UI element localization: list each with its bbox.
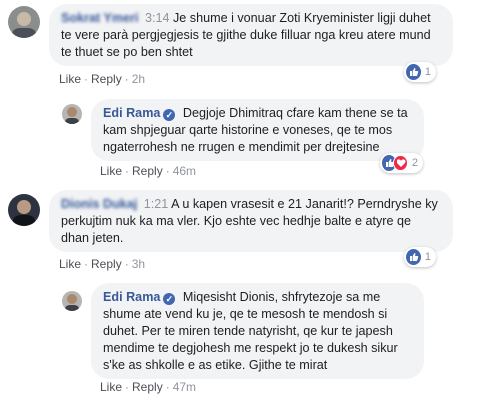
reaction-count: 1	[424, 66, 431, 78]
reactions-summary[interactable]: 2	[380, 153, 423, 173]
avatar[interactable]	[8, 194, 40, 226]
reply-bubble: Edi Rama ✓ Miqesisht Dionis, shfrytezoje …	[91, 283, 424, 379]
reaction-count: 2	[411, 157, 418, 169]
reply-link[interactable]: Reply	[132, 164, 163, 178]
comment-actions: Like · Reply · 2h	[59, 72, 146, 86]
reactions-summary[interactable]: 1	[404, 62, 436, 82]
reply-bubble: Edi Rama ✓ Degjoje Dhimitraq cfare kam th…	[91, 99, 424, 161]
avatar[interactable]	[8, 6, 40, 38]
reply-author[interactable]: Edi Rama	[103, 290, 160, 304]
comment-age[interactable]: 3h	[132, 257, 145, 271]
comment-author[interactable]: Dionis Dukaj	[61, 197, 137, 211]
like-reaction-icon	[406, 249, 421, 265]
like-reaction-icon	[406, 64, 421, 80]
comment-author[interactable]: Sokrat Ymeri	[61, 11, 138, 25]
love-reaction-icon	[393, 155, 408, 171]
avatar[interactable]	[62, 291, 82, 311]
reply-link[interactable]: Reply	[132, 380, 163, 394]
comment-time: 1:21	[143, 197, 169, 211]
comment-actions: Like · Reply · 3h	[59, 257, 146, 271]
reaction-count: 1	[424, 251, 431, 263]
reply-link[interactable]: Reply	[91, 257, 122, 271]
like-link[interactable]: Like	[100, 164, 122, 178]
reactions-summary[interactable]: 1	[404, 247, 436, 267]
avatar[interactable]	[62, 104, 82, 124]
comment-time: 3:14	[144, 11, 170, 25]
comment-actions: Like · Reply · 47m	[100, 380, 197, 394]
comment-age[interactable]: 46m	[173, 164, 196, 178]
comment-actions: Like · Reply · 46m	[100, 164, 197, 178]
comment-age[interactable]: 47m	[173, 380, 196, 394]
verified-badge-icon: ✓	[163, 109, 176, 121]
verified-badge-icon: ✓	[163, 293, 176, 305]
comment-age[interactable]: 2h	[132, 72, 145, 86]
like-link[interactable]: Like	[59, 257, 81, 271]
comment-bubble: Dionis Dukaj 1:21 A u kapen vrasesit e 2…	[49, 190, 453, 252]
reply-author[interactable]: Edi Rama	[103, 106, 160, 120]
reply-link[interactable]: Reply	[91, 72, 122, 86]
like-link[interactable]: Like	[59, 72, 81, 86]
like-link[interactable]: Like	[100, 380, 122, 394]
comment-bubble: Sokrat Ymeri 3:14 Je shume i vonuar Zoti…	[49, 4, 453, 66]
